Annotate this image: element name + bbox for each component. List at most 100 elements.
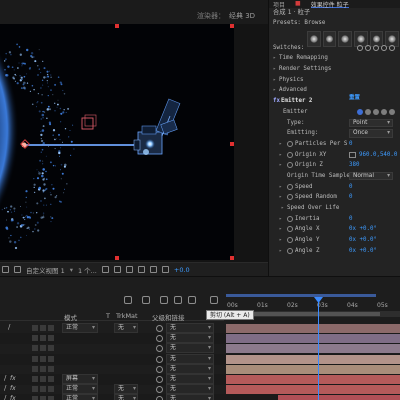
effect-row[interactable]: ▸ Speed 0	[269, 182, 400, 193]
trkmat-column-header[interactable]: TrkMat	[116, 312, 138, 320]
effect-row[interactable]: ▸ Origin XY 960.0,540.0	[269, 150, 400, 161]
layer-duration-bar[interactable]	[226, 354, 400, 364]
switch-icon[interactable]	[373, 44, 379, 51]
tab-close-icon[interactable]: ■	[295, 0, 301, 8]
presets-label[interactable]: Presets: Browse	[273, 18, 325, 29]
parent-pickwhip-icon[interactable]	[156, 345, 163, 353]
exposure-value[interactable]: +0.0	[174, 266, 190, 274]
layer-switch-icon[interactable]	[40, 345, 46, 352]
parent-pickwhip-icon[interactable]	[156, 386, 163, 394]
tab-project[interactable]: 项目	[273, 0, 285, 9]
emitter-option-icon[interactable]	[389, 108, 395, 115]
layer-duration-bar[interactable]	[278, 395, 400, 400]
parent-column-header[interactable]: 父级和链接	[152, 312, 185, 322]
parent-pickwhip-icon[interactable]	[156, 365, 163, 373]
layer-switch-icon[interactable]	[32, 376, 38, 382]
effect-row[interactable]: ▸ Angle X 0x +0.0°	[269, 224, 400, 235]
stopwatch-icon[interactable]	[287, 151, 293, 158]
presets-row[interactable]: Presets: Browse	[269, 18, 400, 29]
effect-row[interactable]: Emitting: Once	[269, 128, 400, 139]
motion-blur-icon[interactable]	[174, 296, 182, 304]
fx-enable-icon[interactable]: fx	[273, 96, 280, 107]
stopwatch-icon[interactable]	[287, 247, 293, 254]
effect-value[interactable]: 960.0,540.0	[359, 150, 397, 161]
layer-switch-icon[interactable]	[40, 325, 46, 331]
effect-dropdown[interactable]: Once	[349, 129, 393, 138]
mode-column-header[interactable]: 模式	[64, 312, 77, 322]
effect-value[interactable]: 0	[349, 214, 353, 225]
switch-icon[interactable]	[365, 44, 371, 51]
quality-switch-icon[interactable]: /	[8, 323, 10, 331]
layer-switch-icon[interactable]	[40, 376, 46, 382]
effect-dropdown[interactable]: Normal	[349, 171, 393, 181]
snapshot-icon[interactable]	[2, 266, 9, 273]
stopwatch-icon[interactable]	[287, 162, 293, 169]
effect-row[interactable]: ▸ Angle Z 0x +0.0°	[269, 246, 400, 257]
emitter-option-icon[interactable]	[381, 108, 387, 115]
effect-row[interactable]: ▸ Inertia 0	[269, 214, 400, 225]
expand-triangle-icon[interactable]: ▸	[279, 246, 282, 257]
effect-value[interactable]: 0	[349, 139, 353, 150]
effect-value[interactable]: 0x +0.0°	[349, 235, 377, 246]
parent-dropdown[interactable]: 无	[166, 384, 214, 395]
layer-switch-icon[interactable]	[32, 335, 38, 342]
effect-row[interactable]: Physics ▸	[269, 75, 400, 86]
effect-row[interactable]: ▸ Particles Per S0	[269, 139, 400, 150]
emitter-option-icon[interactable]	[365, 108, 371, 115]
layer-switch-icon[interactable]	[48, 345, 54, 352]
draft-3d-icon[interactable]	[124, 296, 132, 304]
effect-row[interactable]: fx Emitter 2 重置	[269, 93, 400, 107]
expand-triangle-icon[interactable]: ▸	[279, 235, 282, 246]
stopwatch-icon[interactable]	[287, 194, 293, 201]
effect-row[interactable]: Type: Point	[269, 118, 400, 129]
parent-pickwhip-icon[interactable]	[156, 396, 163, 400]
effect-row[interactable]: Emitter	[269, 107, 400, 118]
layer-switch-icon[interactable]	[40, 365, 46, 372]
layer-duration-bar[interactable]	[226, 324, 400, 333]
stopwatch-icon[interactable]	[287, 140, 293, 147]
layer-switch-icon[interactable]	[48, 386, 54, 393]
effect-dropdown[interactable]: Point	[349, 118, 393, 127]
parent-dropdown[interactable]: 无	[166, 323, 214, 333]
parent-dropdown[interactable]: 无	[166, 353, 214, 364]
layer-switch-icon[interactable]	[48, 335, 54, 342]
stopwatch-icon[interactable]	[287, 237, 293, 244]
split-layer-icon[interactable]	[210, 296, 218, 304]
effect-value[interactable]: 0x +0.0°	[349, 246, 377, 257]
layer-switch-icon[interactable]	[40, 355, 46, 362]
parent-dropdown[interactable]: 无	[166, 333, 214, 344]
quality-switch-icon[interactable]: /	[4, 394, 6, 400]
layer-switch-icon[interactable]	[48, 325, 54, 331]
parent-pickwhip-icon[interactable]	[156, 335, 163, 343]
layer-fx-icon[interactable]: fx	[10, 375, 16, 382]
layer-switch-icon[interactable]	[32, 386, 38, 393]
expand-triangle-icon[interactable]: ▸	[273, 64, 276, 75]
stopwatch-icon[interactable]	[287, 226, 293, 233]
shy-layers-icon[interactable]	[142, 296, 150, 304]
channel-icon[interactable]	[149, 266, 157, 273]
parent-dropdown[interactable]: 无	[166, 363, 214, 374]
renderer-value[interactable]: 经典 3D	[229, 11, 255, 21]
bounds-handle[interactable]	[115, 256, 119, 260]
stopwatch-icon[interactable]	[287, 183, 293, 190]
layer-switch-icon[interactable]	[32, 396, 38, 400]
expand-triangle-icon[interactable]: ▸	[279, 160, 282, 171]
emitter-color-icon[interactable]	[357, 108, 363, 115]
effect-row[interactable]: Speed Over Life ▸	[269, 203, 400, 214]
effect-row[interactable]: Render Settings ▸	[269, 64, 400, 75]
layer-switch-icon[interactable]	[32, 325, 38, 331]
views-count-dropdown[interactable]: 1 个...	[78, 265, 97, 275]
expand-triangle-icon[interactable]: ▸	[273, 85, 276, 96]
exposure-reset-icon[interactable]	[161, 266, 169, 273]
parent-dropdown[interactable]: 无	[166, 343, 214, 354]
track-matte-dropdown[interactable]: 无	[114, 384, 138, 395]
blend-mode-dropdown[interactable]: 正常	[62, 323, 98, 333]
effect-row[interactable]: ▸ Angle Y 0x +0.0°	[269, 235, 400, 246]
transparency-grid-icon[interactable]	[113, 266, 121, 273]
switches-icons[interactable]	[357, 44, 395, 51]
blend-mode-dropdown[interactable]: 正常	[62, 384, 98, 395]
point-picker-icon[interactable]	[349, 151, 356, 158]
effect-row[interactable]: Origin Time Sample Normal	[269, 171, 400, 182]
expand-triangle-icon[interactable]: ▸	[279, 182, 282, 193]
reset-link[interactable]: 重置	[349, 93, 360, 104]
